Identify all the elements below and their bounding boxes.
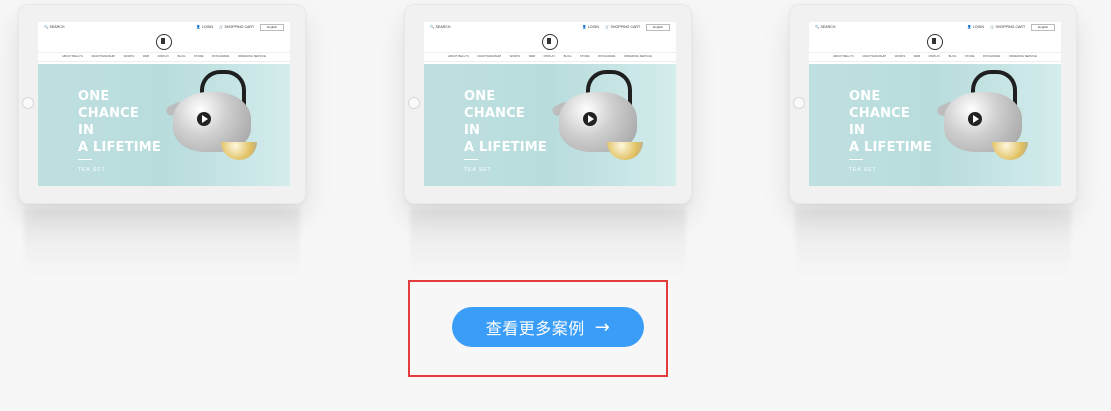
tablet-reflection bbox=[410, 208, 686, 280]
hero-subtitle: TEA SET bbox=[849, 167, 877, 173]
hero-headline: ONE CHANCE IN A LIFETIME bbox=[849, 88, 932, 156]
site-nav: ABOUT BELLYS CRAFTSMANSHIP WORKS WEB DIS… bbox=[424, 52, 676, 62]
site-nav-item: DISPLAY bbox=[157, 54, 170, 58]
site-language-select: English bbox=[260, 23, 284, 31]
site-nav-item: ORDERING SERVICE bbox=[1008, 54, 1037, 58]
tablet-screen: 🔍 SEARCH 👤 LOGIN 🛒 SHOPPING CART English… bbox=[38, 22, 290, 186]
hero-divider bbox=[464, 159, 478, 160]
arrow-right-icon: → bbox=[594, 316, 611, 338]
hero-line: ONE bbox=[78, 89, 110, 104]
view-more-cases-button[interactable]: 查看更多案例 → bbox=[452, 307, 644, 347]
hero-subtitle: TEA SET bbox=[78, 167, 106, 173]
hero-headline: ONE CHANCE IN A LIFETIME bbox=[464, 88, 547, 156]
site-nav-item: DISPLAY bbox=[543, 54, 556, 58]
site-topbar: 🔍 SEARCH 👤 LOGIN 🛒 SHOPPING CART English bbox=[809, 22, 1061, 32]
play-icon bbox=[197, 112, 211, 126]
site-login-link: 👤 LOGIN bbox=[582, 25, 599, 29]
site-nav-item: CRAFTSMANSHIP bbox=[477, 54, 502, 58]
tablet-mockup-3[interactable]: 🔍 SEARCH 👤 LOGIN 🛒 SHOPPING CART English… bbox=[789, 4, 1077, 280]
site-logo-area bbox=[424, 32, 676, 52]
site-language-select: English bbox=[1031, 23, 1055, 31]
site-logo-icon bbox=[927, 34, 943, 50]
site-nav-item: PATCHWARE bbox=[983, 54, 1001, 58]
site-language-select: English bbox=[646, 23, 670, 31]
site-nav: ABOUT BELLYS CRAFTSMANSHIP WORKS WEB DIS… bbox=[38, 52, 290, 62]
tablet-screen: 🔍 SEARCH 👤 LOGIN 🛒 SHOPPING CART English… bbox=[424, 22, 676, 186]
site-logo-area bbox=[809, 32, 1061, 52]
site-topbar: 🔍 SEARCH 👤 LOGIN 🛒 SHOPPING CART English bbox=[424, 22, 676, 32]
hero-subtitle: TEA SET bbox=[464, 167, 492, 173]
site-cart-link: 🛒 SHOPPING CART bbox=[604, 25, 641, 29]
site-logo-icon bbox=[156, 34, 172, 50]
site-nav-item: WEB bbox=[528, 54, 536, 58]
site-hero-banner: ONE CHANCE IN A LIFETIME TEA SET bbox=[809, 64, 1061, 186]
site-nav-item: ORDERING SERVICE bbox=[623, 54, 652, 58]
hero-line: CHANCE bbox=[464, 106, 525, 121]
hero-line: IN bbox=[78, 123, 95, 138]
tablet-mockup-1[interactable]: 🔍 SEARCH 👤 LOGIN 🛒 SHOPPING CART English… bbox=[18, 4, 306, 280]
site-nav-item: PATCHWARE bbox=[212, 54, 230, 58]
site-topbar: 🔍 SEARCH 👤 LOGIN 🛒 SHOPPING CART English bbox=[38, 22, 290, 32]
hero-divider bbox=[78, 159, 92, 160]
tablet-reflection bbox=[24, 208, 300, 280]
site-nav-item: PATCHWARE bbox=[598, 54, 616, 58]
hero-line: ONE bbox=[849, 89, 881, 104]
site-nav-item: ABOUT BELLYS bbox=[833, 54, 854, 58]
tablet-home-button-icon bbox=[408, 97, 420, 109]
hero-line: IN bbox=[464, 123, 481, 138]
site-search-link: 🔍 SEARCH bbox=[430, 25, 451, 29]
hero-line: CHANCE bbox=[849, 106, 910, 121]
portfolio-showcase: 🔍 SEARCH 👤 LOGIN 🛒 SHOPPING CART English… bbox=[0, 0, 1111, 411]
tablet-home-button-icon bbox=[793, 97, 805, 109]
tea-cup-icon bbox=[992, 142, 1028, 160]
site-nav-item: WEB bbox=[142, 54, 150, 58]
hero-headline: ONE CHANCE IN A LIFETIME bbox=[78, 88, 161, 156]
hero-line: A LIFETIME bbox=[78, 140, 161, 155]
tea-cup-icon bbox=[221, 142, 257, 160]
site-login-link: 👤 LOGIN bbox=[967, 25, 984, 29]
site-nav-item: ABOUT BELLYS bbox=[448, 54, 469, 58]
site-nav-item: BLOG bbox=[177, 54, 186, 58]
tablet-home-button-icon bbox=[22, 97, 34, 109]
hero-line: CHANCE bbox=[78, 106, 139, 121]
site-nav-item: ORDERING SERVICE bbox=[237, 54, 266, 58]
site-logo-icon bbox=[542, 34, 558, 50]
hero-line: ONE bbox=[464, 89, 496, 104]
site-nav-item: WORKS bbox=[123, 54, 135, 58]
tablet-screen: 🔍 SEARCH 👤 LOGIN 🛒 SHOPPING CART English… bbox=[809, 22, 1061, 186]
site-nav-item: CRAFTSMANSHIP bbox=[862, 54, 887, 58]
hero-line: A LIFETIME bbox=[849, 140, 932, 155]
tablet-mockup-2[interactable]: 🔍 SEARCH 👤 LOGIN 🛒 SHOPPING CART English… bbox=[404, 4, 692, 280]
site-logo-area bbox=[38, 32, 290, 52]
site-hero-banner: ONE CHANCE IN A LIFETIME TEA SET bbox=[38, 64, 290, 186]
hero-line: A LIFETIME bbox=[464, 140, 547, 155]
site-nav-item: BLOG bbox=[948, 54, 957, 58]
site-nav-item: CRAFTSMANSHIP bbox=[91, 54, 116, 58]
site-nav-item: WORKS bbox=[894, 54, 906, 58]
site-nav: ABOUT BELLYS CRAFTSMANSHIP WORKS WEB DIS… bbox=[809, 52, 1061, 62]
site-nav-item: STORE bbox=[193, 54, 204, 58]
site-search-link: 🔍 SEARCH bbox=[44, 25, 65, 29]
site-nav-item: WORKS bbox=[509, 54, 521, 58]
site-hero-banner: ONE CHANCE IN A LIFETIME TEA SET bbox=[424, 64, 676, 186]
site-login-link: 👤 LOGIN bbox=[196, 25, 213, 29]
site-nav-item: DISPLAY bbox=[928, 54, 941, 58]
view-more-cases-label: 查看更多案例 bbox=[485, 319, 585, 338]
play-icon bbox=[583, 112, 597, 126]
tablet-reflection bbox=[795, 208, 1071, 280]
site-nav-item: STORE bbox=[579, 54, 590, 58]
tea-cup-icon bbox=[607, 142, 643, 160]
site-nav-item: ABOUT BELLYS bbox=[62, 54, 83, 58]
site-nav-item: BLOG bbox=[563, 54, 572, 58]
hero-divider bbox=[849, 159, 863, 160]
hero-line: IN bbox=[849, 123, 866, 138]
site-nav-item: WEB bbox=[913, 54, 921, 58]
site-search-link: 🔍 SEARCH bbox=[815, 25, 836, 29]
play-icon bbox=[968, 112, 982, 126]
site-cart-link: 🛒 SHOPPING CART bbox=[218, 25, 255, 29]
site-nav-item: STORE bbox=[964, 54, 975, 58]
site-cart-link: 🛒 SHOPPING CART bbox=[989, 25, 1026, 29]
